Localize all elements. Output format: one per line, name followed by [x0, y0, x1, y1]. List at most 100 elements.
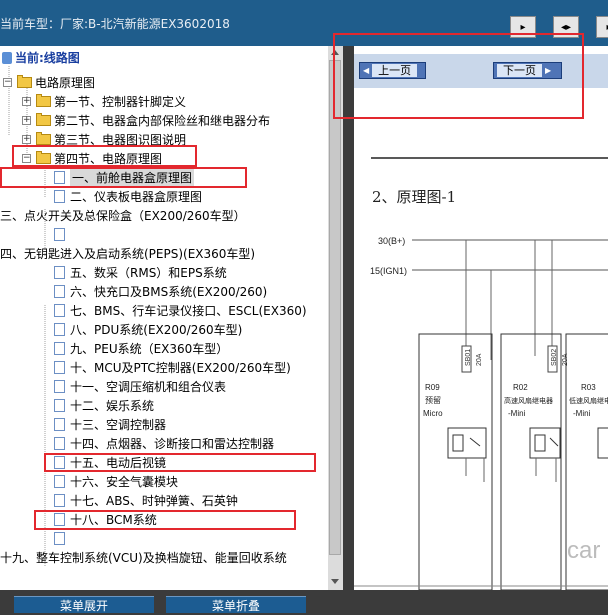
expand-toggle-icon[interactable]: +	[22, 135, 31, 144]
folder-icon	[36, 94, 51, 107]
vehicle-model-title: 当前车型：厂家:B-北汽新能源EX3602018	[0, 17, 230, 31]
tree-item-label: 第二节、电器盒内部保险丝和继电器分布	[54, 114, 271, 128]
page-icon	[54, 437, 65, 450]
page-icon	[54, 361, 65, 374]
relay-r02-id: R02	[513, 383, 528, 392]
tree-page[interactable]: 八、PDU系统(EX200/260车型)	[54, 320, 242, 339]
expand-toggle-icon[interactable]: +	[22, 116, 31, 125]
fuse-sb01-rating: 20A	[476, 353, 483, 366]
tree-page[interactable]: 二、仪表板电器盒原理图	[54, 187, 202, 206]
relay-r09-name: 预留	[425, 395, 441, 405]
tree-item-label: 十五、电动后视镜	[70, 456, 167, 470]
tree-folder[interactable]: + 第二节、电器盒内部保险丝和继电器分布	[22, 111, 271, 130]
tree-page[interactable]	[54, 529, 70, 548]
tree-item-label: 二、仪表板电器盒原理图	[70, 190, 203, 204]
tree-folder[interactable]: + 第一节、控制器针脚定义	[22, 92, 187, 111]
tree-item-label: 电路原理图	[35, 76, 96, 90]
tree-item-label: 十六、安全气囊模块	[70, 475, 179, 489]
tree-page[interactable]: 七、BMS、行车记录仪接口、ESCL(EX360)	[54, 301, 307, 320]
page-icon	[54, 171, 65, 184]
single-page-button[interactable]: ▸	[510, 16, 536, 38]
folder-icon	[36, 151, 51, 164]
page-icon	[54, 304, 65, 317]
double-page-button[interactable]: ◂▸	[553, 16, 579, 38]
fuse-sb02-id: SB02	[551, 349, 558, 366]
tree-page[interactable]: 十七、ABS、时钟弹簧、石英钟	[54, 491, 238, 510]
tree-page[interactable]: 十一、空调压缩机和组合仪表	[54, 377, 226, 396]
tree-section[interactable]: 四、无钥匙进入及启动系统(PEPS)(EX360车型)	[0, 244, 255, 263]
tree-item-label: 第一节、控制器针脚定义	[54, 95, 187, 109]
page-icon	[54, 190, 65, 203]
tree-item-label: 十一、空调压缩机和组合仪表	[70, 380, 227, 394]
catalog-tree: 当前:线路图 − 电路原理图 + 第一节、控制器针脚定义 + 第二节、电器盒内部保险丝和继…	[0, 46, 328, 590]
tree-item-label: 七、BMS、行车记录仪接口、ESCL(EX360)	[70, 304, 307, 318]
expand-toggle-icon[interactable]: −	[3, 78, 12, 87]
fuse-sb01-id: SB01	[465, 349, 472, 366]
folder-icon	[17, 75, 32, 88]
splitter[interactable]	[343, 46, 354, 590]
tree-page[interactable]: 十四、点烟器、诊断接口和雷达控制器	[54, 434, 274, 453]
menu-expand-button[interactable]: 菜单展开	[14, 596, 154, 613]
tree-item-label: 三、点火开关及总保险盒（EX200/260车型）	[0, 209, 246, 223]
tree-item-label: 十四、点烟器、诊断接口和雷达控制器	[70, 437, 275, 451]
page-icon	[54, 399, 65, 412]
tree-item-label: 六、快充口及BMS系统(EX200/260)	[70, 285, 268, 299]
tree-page[interactable]: 十六、安全气囊模块	[54, 472, 178, 491]
folder-icon	[36, 113, 51, 126]
page-icon	[54, 456, 65, 469]
menu-collapse-button[interactable]: 菜单折叠	[166, 596, 306, 613]
schematic-drawing: 2、原理图-1 30(B+) 15(IGN1) SB01 20A SB02 20…	[354, 157, 608, 590]
line-label-15: 15(IGN1)	[370, 266, 407, 276]
tree-item-label: 十九、整车控制系统(VCU)及换档旋钮、能量回收系统	[0, 551, 287, 565]
tree-page[interactable]: 九、PEU系统（EX360车型）	[54, 339, 228, 358]
page-icon	[54, 266, 65, 279]
page-icon	[54, 475, 65, 488]
tree-item-label: 一、前舱电器盒原理图	[70, 169, 195, 186]
tree-item-label: 十三、空调控制器	[70, 418, 167, 432]
expand-toggle-icon[interactable]: −	[22, 154, 31, 163]
page-icon	[54, 380, 65, 393]
tree-page[interactable]: 五、数采（RMS）和EPS系统	[54, 263, 227, 282]
tree-item-label: 五、数采（RMS）和EPS系统	[70, 266, 227, 280]
tree-page[interactable]: 六、快充口及BMS系统(EX200/260)	[54, 282, 267, 301]
tree-page[interactable]	[54, 225, 70, 244]
schematic-heading: 2、原理图-1	[372, 188, 456, 206]
tree-item-label: 八、PDU系统(EX200/260车型)	[70, 323, 243, 337]
relay-r02-type: -Mini	[508, 409, 526, 418]
tree-item-label: 十二、娱乐系统	[70, 399, 155, 413]
expand-toggle-icon[interactable]: +	[22, 97, 31, 106]
fit-page-button[interactable]: ▸	[596, 16, 608, 38]
tree-page[interactable]: 十三、空调控制器	[54, 415, 166, 434]
relay-r03-type: -Mini	[573, 409, 591, 418]
single-page-icon: ▸	[520, 21, 526, 33]
relay-r09-id: R09	[425, 383, 440, 392]
tree-scrollbar[interactable]	[328, 46, 343, 590]
tree-page[interactable]: 一、前舱电器盒原理图	[54, 168, 195, 187]
tree-section[interactable]: 十九、整车控制系统(VCU)及换档旋钮、能量回收系统	[0, 548, 287, 567]
scroll-down-icon[interactable]	[331, 579, 339, 584]
tree-folder[interactable]: + 第三节、电器图识图说明	[22, 130, 187, 149]
tree-page[interactable]: 十八、BCM系统	[54, 510, 157, 529]
tree-item-label: 第四节、电路原理图	[54, 152, 163, 166]
folder-icon	[36, 132, 51, 145]
relay-r03-id: R03	[581, 383, 596, 392]
relay-r09-type: Micro	[423, 409, 443, 418]
page-icon	[54, 513, 65, 526]
line-label-30: 30(B+)	[378, 236, 405, 246]
tree-folder[interactable]: − 第四节、电路原理图	[22, 149, 163, 168]
document-viewer: ◀ 上一页 下一页 ▶ 2、原理图-1 30(B+) 15(IGN1) SB01…	[354, 46, 608, 590]
tree-item-label: 十、MCU及PTC控制器(EX200/260车型)	[70, 361, 291, 375]
page-icon	[54, 418, 65, 431]
relay-r02-name: 高速风扇继电器	[504, 396, 553, 405]
scroll-up-icon[interactable]	[331, 50, 339, 55]
relay-r03-name: 低速风扇继电器	[569, 396, 608, 405]
watermark: car	[567, 537, 600, 564]
tree-folder[interactable]: − 电路原理图	[3, 73, 96, 92]
tree-page[interactable]: 十、MCU及PTC控制器(EX200/260车型)	[54, 358, 291, 377]
tree-item-label: 第三节、电器图识图说明	[54, 133, 187, 147]
tree-page[interactable]: 十二、娱乐系统	[54, 396, 154, 415]
title-bar: 当前车型：厂家:B-北汽新能源EX3602018 ▸ ◂▸ ▸	[0, 0, 608, 46]
tree-section[interactable]: 三、点火开关及总保险盒（EX200/260车型）	[0, 206, 246, 225]
scroll-thumb[interactable]	[329, 60, 341, 555]
tree-page[interactable]: 十五、电动后视镜	[54, 453, 166, 472]
